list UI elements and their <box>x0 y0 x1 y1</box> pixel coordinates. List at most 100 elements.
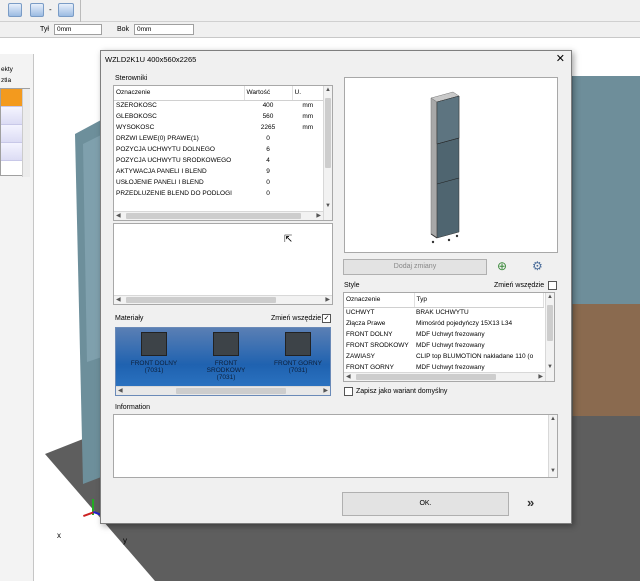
material-name: FRONT GORNY <box>274 360 322 367</box>
scroll-thumb[interactable] <box>126 297 276 303</box>
row-value[interactable]: 0 <box>244 177 292 188</box>
scroll-right-icon[interactable]: ▶ <box>323 387 328 395</box>
material-code: (7031) <box>216 374 236 381</box>
header-wartosc[interactable]: Wartość <box>244 86 293 101</box>
dialog-title: WZLD2K1U 400x560x2265 <box>105 55 197 64</box>
material-front-gorny[interactable]: FRONT GORNY (7031) <box>268 332 328 374</box>
header-oznaczenie[interactable]: Oznaczenie <box>114 86 245 101</box>
scroll-down-icon[interactable]: ▼ <box>550 467 556 475</box>
row-value[interactable]: 9 <box>244 166 292 177</box>
style-zmien-checkbox[interactable] <box>548 281 557 290</box>
sterowniki-table[interactable]: Oznaczenie Wartość U. SZEROKOSC 400 mm GLE… <box>113 85 333 221</box>
material-front-srodkowy[interactable]: FRONT SRODKOWY (7031) <box>196 332 256 381</box>
left-list-scrollbar[interactable] <box>22 89 30 177</box>
bok-label: Bok <box>117 26 130 33</box>
scroll-down-icon[interactable]: ▼ <box>325 202 331 210</box>
table-row[interactable]: POZYCJA UCHWYTU SRODKOWEGO 4 <box>114 155 324 166</box>
table-row[interactable]: DRZWI LEWE(0) PRAWE(1) 0 <box>114 133 324 144</box>
row-type[interactable]: CLIP top BLUMOTION nakładane 110 (o <box>414 351 544 362</box>
copy-icon[interactable] <box>8 3 22 17</box>
scroll-right-icon[interactable]: ▶ <box>325 296 330 304</box>
table-row[interactable]: GLEBOKOSC 560 mm <box>114 111 324 122</box>
row-name: PRZEDLUZENIE BLEND DO PODLOGI <box>116 190 232 197</box>
row-value[interactable]: 6 <box>244 144 292 155</box>
table-row[interactable]: ZAWIASY CLIP top BLUMOTION nakładane 110 … <box>344 351 544 362</box>
rotate-icon[interactable] <box>58 3 74 17</box>
materialy-zmien-checkbox[interactable]: ✓ <box>322 314 331 323</box>
information-textarea[interactable]: ▲ ▼ <box>113 414 558 478</box>
scroll-left-icon[interactable]: ◀ <box>116 296 121 304</box>
table-row[interactable]: Złącza Prawe Mimośród pojedyńczy 15X13 L3… <box>344 318 544 329</box>
row-type[interactable]: Mimośród pojedyńczy 15X13 L34 <box>414 318 544 329</box>
table-row[interactable]: FRONT DOLNY MDF Uchwyt frezowany <box>344 329 544 340</box>
axis-y-label: y <box>123 536 127 545</box>
row-type[interactable]: MDF Uchwyt frezowany <box>414 340 544 351</box>
bok-input[interactable]: 0mm <box>134 24 194 35</box>
row-value[interactable]: 0 <box>244 188 292 199</box>
row-value[interactable]: 2265 <box>244 122 292 133</box>
sterowniki-hscroll[interactable]: ◀ ▶ <box>114 211 323 220</box>
zapisz-checkbox[interactable] <box>344 387 353 396</box>
scroll-up-icon[interactable]: ▲ <box>325 86 331 94</box>
scroll-right-icon[interactable]: ▶ <box>538 373 543 381</box>
table-row[interactable]: WYSOKOSC 2265 mm <box>114 122 324 133</box>
sterowniki-vscroll[interactable]: ▲ ▼ <box>323 86 332 220</box>
header-typ[interactable]: Typ <box>414 293 544 308</box>
tyl-input[interactable]: 0mm <box>54 24 102 35</box>
header-unit[interactable]: U. <box>292 86 324 101</box>
row-value[interactable]: 560 <box>244 111 292 122</box>
scroll-left-icon[interactable]: ◀ <box>118 387 123 395</box>
style-table[interactable]: Oznaczenie Typ UCHWYT BRAK UCHWYTU Złącza… <box>343 292 555 382</box>
scroll-up-icon[interactable]: ▲ <box>547 293 553 301</box>
add-variant-icon[interactable]: ⊕ <box>497 259 507 273</box>
detail-panel[interactable]: ⇱ ◀ ▶ <box>113 223 333 305</box>
dodaj-zmiany-button[interactable]: Dodaj zmiany <box>343 259 487 275</box>
information-label: Information <box>115 404 151 411</box>
row-value[interactable]: 400 <box>244 100 292 111</box>
row-value[interactable]: 4 <box>244 155 292 166</box>
scroll-thumb[interactable] <box>547 305 553 341</box>
material-swatch <box>285 332 311 356</box>
style-vscroll[interactable]: ▲ ▼ <box>545 293 554 381</box>
right-cabinet-wood <box>572 304 640 416</box>
row-value[interactable]: 0 <box>244 133 292 144</box>
scroll-thumb[interactable] <box>126 213 301 219</box>
scroll-thumb[interactable] <box>356 374 496 380</box>
scroll-thumb[interactable] <box>176 388 286 394</box>
view-icon[interactable] <box>30 3 44 17</box>
detail-hscroll[interactable]: ◀ ▶ <box>114 295 332 304</box>
table-row[interactable]: PRZEDLUZENIE BLEND DO PODLOGI 0 <box>114 188 324 199</box>
settings-gear-icon[interactable]: ⚙ <box>532 259 543 273</box>
ok-button[interactable]: OK. <box>342 492 509 516</box>
row-type[interactable]: MDF Uchwyt frezowany <box>414 329 544 340</box>
table-row[interactable]: AKTYWACJA PANELI I BLEND 9 <box>114 166 324 177</box>
material-name: FRONT DOLNY <box>130 360 178 367</box>
table-row[interactable]: SZEROKOSC 400 mm <box>114 100 324 111</box>
material-swatch <box>141 332 167 356</box>
header-oznaczenie[interactable]: Oznaczenie <box>344 293 415 308</box>
materials-panel[interactable]: FRONT DOLNY (7031) FRONT SRODKOWY (7031)… <box>115 327 331 396</box>
scroll-up-icon[interactable]: ▲ <box>550 415 556 423</box>
materials-hscroll[interactable]: ◀ ▶ <box>116 386 330 395</box>
table-row[interactable]: USŁOJENIE PANELI I BLEND 0 <box>114 177 324 188</box>
row-name: USŁOJENIE PANELI I BLEND <box>116 179 204 186</box>
row-type[interactable]: BRAK UCHWYTU <box>414 307 544 318</box>
close-icon[interactable]: ✕ <box>556 52 565 65</box>
table-row[interactable]: FRONT SRODKOWY MDF Uchwyt frezowany <box>344 340 544 351</box>
scroll-left-icon[interactable]: ◀ <box>116 212 121 220</box>
scroll-down-icon[interactable]: ▼ <box>547 363 553 371</box>
scroll-right-icon[interactable]: ▶ <box>316 212 321 220</box>
scroll-thumb[interactable] <box>325 98 331 168</box>
information-vscroll[interactable]: ▲ ▼ <box>548 415 557 477</box>
scroll-left-icon[interactable]: ◀ <box>346 373 351 381</box>
table-row[interactable]: POZYCJA UCHWYTU DOLNEGO 6 <box>114 144 324 155</box>
left-panel-list[interactable] <box>0 88 30 177</box>
material-front-dolny[interactable]: FRONT DOLNY (7031) <box>124 332 184 374</box>
row-name: POZYCJA UCHWYTU DOLNEGO <box>116 146 215 153</box>
style-hscroll[interactable]: ◀ ▶ <box>344 372 545 381</box>
next-double-chevron-icon[interactable]: » <box>527 495 534 510</box>
row-name: Złącza Prawe <box>346 320 386 327</box>
row-unit <box>292 166 324 177</box>
cabinet-preview[interactable] <box>344 77 558 253</box>
table-row[interactable]: UCHWYT BRAK UCHWYTU <box>344 307 544 318</box>
